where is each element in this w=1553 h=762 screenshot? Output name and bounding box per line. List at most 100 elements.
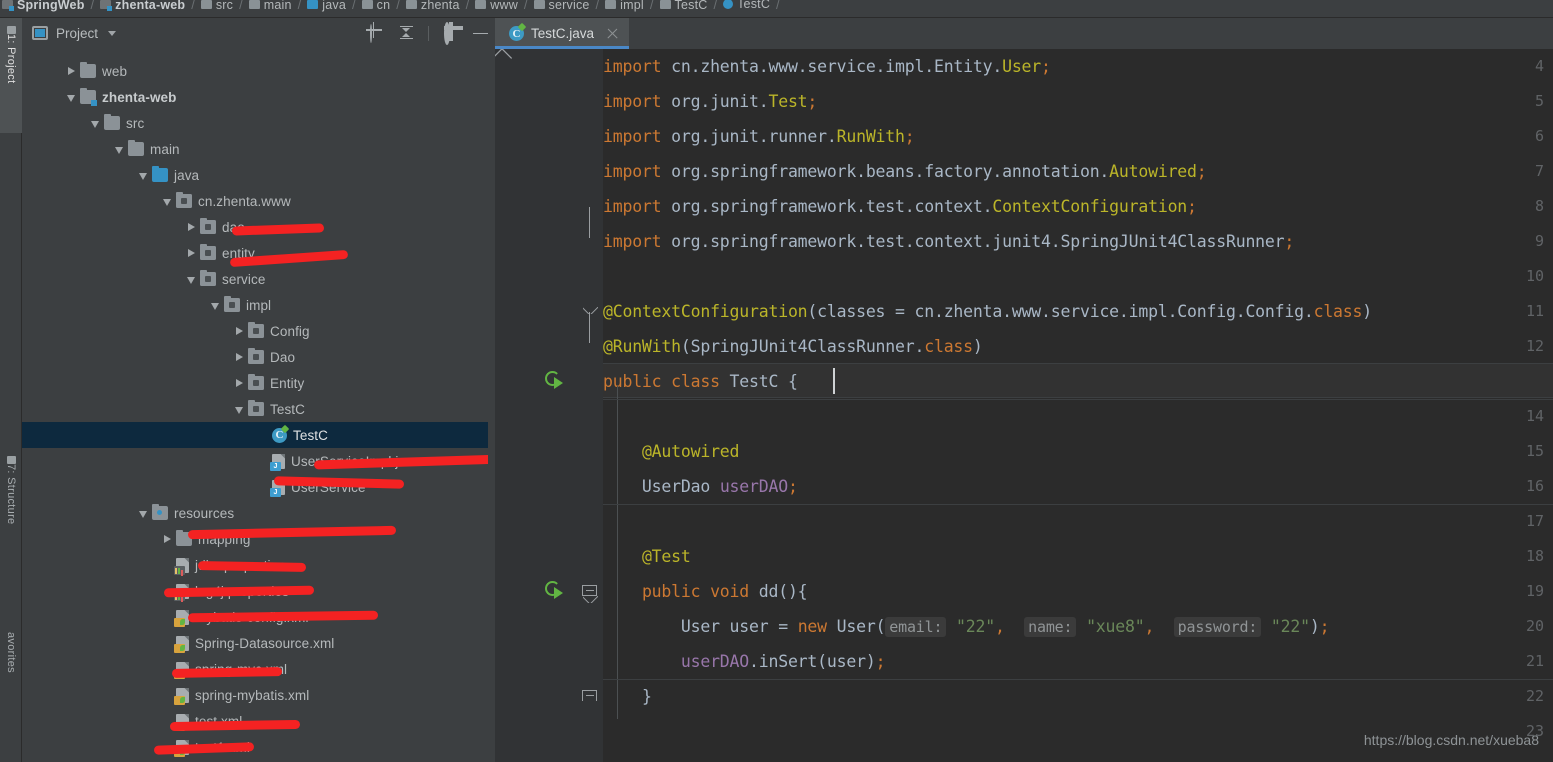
tree-row-spring-mvc-xml[interactable]: spring-mvc.xml bbox=[22, 656, 488, 682]
breadcrumb-item-cn[interactable]: cn / bbox=[360, 0, 404, 14]
tree-row-service[interactable]: service bbox=[22, 266, 488, 292]
chevron-down-icon[interactable] bbox=[208, 299, 221, 312]
tree-row-src[interactable]: src bbox=[22, 110, 488, 136]
stripe-button-project[interactable]: 1: Project bbox=[0, 18, 22, 133]
code-line[interactable]: import org.junit.runner.RunWith; bbox=[603, 119, 915, 154]
chevron-right-icon[interactable] bbox=[232, 325, 245, 338]
breadcrumb-item-src[interactable]: src / bbox=[199, 0, 247, 14]
code-line[interactable]: import org.springframework.test.context.… bbox=[603, 189, 1197, 224]
breadcrumb-separator: / bbox=[465, 0, 470, 12]
chevron-down-icon[interactable] bbox=[88, 117, 101, 130]
project-tree[interactable]: web zhenta-web src main java cn.zhenta.www dao… bbox=[22, 58, 488, 762]
gear-icon[interactable] bbox=[442, 21, 459, 45]
breadcrumb-item-springweb[interactable]: SpringWeb / bbox=[0, 0, 98, 14]
tree-row-dao[interactable]: Dao bbox=[22, 344, 488, 370]
tree-row-mapping[interactable]: mapping bbox=[22, 526, 488, 552]
line-number-gutter[interactable] bbox=[495, 49, 580, 762]
module-folder-icon bbox=[80, 87, 97, 106]
breadcrumb-separator: / bbox=[396, 0, 400, 12]
breadcrumb-item-www[interactable]: www / bbox=[473, 0, 531, 14]
run-test-gutter-icon[interactable] bbox=[545, 371, 566, 392]
code-line[interactable]: import org.springframework.test.context.… bbox=[603, 224, 1294, 259]
code-line[interactable]: userDAO.inSert(user); bbox=[603, 644, 886, 679]
tree-row-userserviceimpl-java[interactable]: J UserServiceImpl.java bbox=[22, 448, 488, 474]
tree-row-impl[interactable]: impl bbox=[22, 292, 488, 318]
tree-row-jdbc-properties[interactable]: jdbc.properties bbox=[22, 552, 488, 578]
chevron-down-icon[interactable] bbox=[112, 143, 125, 156]
code-line[interactable]: import org.junit.Test; bbox=[603, 84, 817, 119]
chevron-down-icon[interactable] bbox=[160, 195, 173, 208]
tree-row-log4j-properties[interactable]: log4j.properties bbox=[22, 578, 488, 604]
code-line[interactable]: public void dd(){ bbox=[603, 574, 808, 609]
breadcrumb-item-java[interactable]: java / bbox=[305, 0, 359, 14]
fold-down-marker[interactable] bbox=[583, 307, 598, 314]
breadcrumb-item-label: impl bbox=[620, 0, 644, 12]
code-line[interactable]: UserDao userDAO; bbox=[603, 469, 798, 504]
code-line[interactable]: @ContextConfiguration(classes = cn.zhent… bbox=[603, 294, 1372, 329]
chevron-down-icon[interactable] bbox=[108, 30, 117, 36]
breadcrumb-item-testc[interactable]: TestC / bbox=[721, 0, 784, 13]
tree-row-config[interactable]: Config bbox=[22, 318, 488, 344]
chevron-down-icon[interactable] bbox=[136, 507, 149, 520]
tree-row-dao[interactable]: dao bbox=[22, 214, 488, 240]
code-line[interactable]: @RunWith(SpringJUnit4ClassRunner.class) bbox=[603, 329, 983, 364]
code-line[interactable]: public class TestC { bbox=[603, 364, 798, 399]
stripe-button-favorites[interactable]: avorites bbox=[0, 628, 22, 733]
tree-row-entity[interactable]: entity bbox=[22, 240, 488, 266]
tree-row-testc[interactable]: C TestC bbox=[22, 422, 488, 448]
code-line[interactable]: } bbox=[603, 679, 652, 714]
chevron-down-icon[interactable] bbox=[232, 403, 245, 416]
code-line[interactable]: User user = new User(email: "22", name: … bbox=[603, 609, 1329, 644]
chevron-down-icon[interactable] bbox=[184, 273, 197, 286]
code-line[interactable]: import cn.zhenta.www.service.impl.Entity… bbox=[603, 49, 1051, 84]
tree-row-main[interactable]: main bbox=[22, 136, 488, 162]
breadcrumb-item-label: TestC bbox=[674, 0, 708, 12]
tree-row-userservice[interactable]: J UserService bbox=[22, 474, 488, 500]
chevron-right-icon[interactable] bbox=[160, 533, 173, 546]
tree-row-testc[interactable]: TestC bbox=[22, 396, 488, 422]
collapse-all-icon[interactable] bbox=[398, 25, 415, 42]
locate-icon[interactable] bbox=[368, 23, 385, 43]
breadcrumb-item-impl[interactable]: impl / bbox=[603, 0, 657, 14]
code-line[interactable]: @Autowired bbox=[603, 434, 740, 469]
run-test-gutter-icon[interactable] bbox=[545, 581, 566, 602]
breadcrumb-item-testc[interactable]: TestC / bbox=[658, 0, 722, 14]
source-folder-icon bbox=[152, 165, 168, 182]
tree-row-spring-datasource-xml[interactable]: Spring-Datasource.xml bbox=[22, 630, 488, 656]
code-folding-gutter[interactable] bbox=[580, 49, 603, 762]
chevron-right-icon[interactable] bbox=[232, 351, 245, 364]
stripe-button-structure[interactable]: 7: Structure bbox=[0, 448, 22, 560]
tree-row-cn-zhenta-www[interactable]: cn.zhenta.www bbox=[22, 188, 488, 214]
tree-row-test-xml[interactable]: test.xml bbox=[22, 708, 488, 734]
code-line[interactable]: import org.springframework.beans.factory… bbox=[603, 154, 1207, 189]
chevron-down-icon[interactable] bbox=[64, 91, 77, 104]
code-token: @RunWith bbox=[603, 337, 681, 356]
tree-row-java[interactable]: java bbox=[22, 162, 488, 188]
breadcrumb-item-main[interactable]: main / bbox=[247, 0, 306, 14]
tree-row-label: jdbc.properties bbox=[195, 557, 286, 573]
minimize-icon[interactable] bbox=[472, 25, 489, 42]
code-token: User bbox=[826, 617, 876, 636]
chevron-right-icon[interactable] bbox=[64, 65, 77, 78]
chevron-right-icon[interactable] bbox=[232, 377, 245, 390]
tree-row-mybatis-config-xml[interactable]: mybatis-config.xml bbox=[22, 604, 488, 630]
code-token: org.junit.runner. bbox=[661, 127, 837, 146]
fold-toggle-marker[interactable] bbox=[582, 689, 597, 705]
tree-row-entity[interactable]: Entity bbox=[22, 370, 488, 396]
tree-row-zhenta-web[interactable]: zhenta-web bbox=[22, 84, 488, 110]
tree-row-spring-mybatis-xml[interactable]: spring-mybatis.xml bbox=[22, 682, 488, 708]
chevron-right-icon[interactable] bbox=[184, 221, 197, 234]
tree-row-web[interactable]: web bbox=[22, 58, 488, 84]
tree-row-resources[interactable]: resources bbox=[22, 500, 488, 526]
tree-row-test1-xml[interactable]: test1.xml bbox=[22, 734, 488, 760]
breadcrumb-item-zhenta-web[interactable]: zhenta-web / bbox=[98, 0, 199, 14]
editor-tab-testc-java[interactable]: C TestC.java bbox=[495, 18, 630, 49]
breadcrumb-item-zhenta[interactable]: zhenta / bbox=[404, 0, 473, 14]
code-pane[interactable]: 4567891011121314151617181920212223 impor… bbox=[495, 49, 1553, 762]
chevron-right-icon[interactable] bbox=[184, 247, 197, 260]
breadcrumb-item-service[interactable]: service / bbox=[532, 0, 604, 14]
close-icon[interactable] bbox=[606, 27, 619, 40]
chevron-down-icon[interactable] bbox=[136, 169, 149, 182]
